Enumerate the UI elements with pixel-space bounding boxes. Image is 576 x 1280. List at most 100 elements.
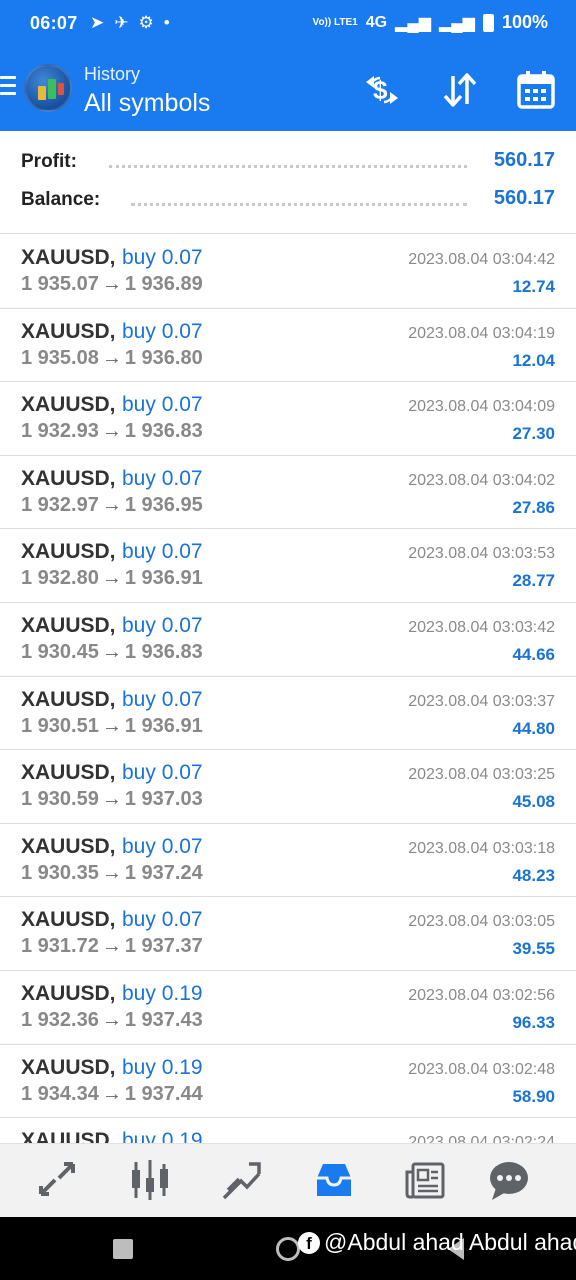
battery-percent: 100% [501, 12, 548, 32]
deal-prices: 1 930.45 → 1 936.83 [21, 641, 203, 664]
menu-icon[interactable] [0, 76, 16, 96]
deal-row[interactable]: XAUUSD, buy 0.07 1 935.08 → 1 936.80 2023.… [0, 309, 576, 383]
arrow-right-icon: → [101, 714, 122, 737]
deal-row[interactable]: XAUUSD, buy 0.07 1 935.07 → 1 936.89 2023.… [0, 235, 576, 309]
watermark-text: @Abdul ahad Abdul ahad [324, 1229, 576, 1255]
currency-switch-icon[interactable]: $ [362, 70, 402, 110]
network-label: 4G [365, 13, 388, 31]
deal-row[interactable]: XAUUSD, buy 0.19 1 932.36 → 1 937.43 2023.… [0, 971, 576, 1045]
history-tab[interactable] [311, 1158, 357, 1204]
battery-icon [482, 13, 494, 32]
close-price: 1 936.83 [124, 640, 203, 663]
deal-prices: 1 935.07 → 1 936.89 [21, 273, 203, 296]
home-button[interactable] [276, 1237, 300, 1261]
deal-profit: 12.04 [512, 350, 555, 370]
open-price: 1 934.34 [21, 1082, 99, 1105]
deal-time: 2023.08.04 03:03:42 [408, 618, 555, 636]
deal-symbol: XAUUSD, [21, 319, 116, 343]
deal-time: 2023.08.04 03:02:24 [408, 1134, 555, 1143]
deal-prices: 1 932.36 → 1 937.43 [21, 1009, 203, 1032]
chart-tab[interactable] [127, 1158, 173, 1204]
deal-prices: 1 930.51 → 1 936.91 [21, 715, 203, 738]
deal-side: buy 0.07 [122, 761, 203, 785]
balance-row: Balance: 560.17 [21, 187, 555, 217]
news-tab[interactable] [403, 1158, 449, 1204]
deal-time: 2023.08.04 03:04:02 [408, 471, 555, 489]
chat-tab[interactable] [486, 1158, 532, 1204]
deal-profit: 58.90 [512, 1086, 555, 1106]
deal-time: 2023.08.04 03:02:48 [408, 1060, 555, 1078]
open-price: 1 932.93 [21, 420, 99, 443]
deal-symbol: XAUUSD, [21, 246, 116, 269]
deal-row[interactable]: XAUUSD, buy 0.07 1 932.80 → 1 936.91 2023.… [0, 529, 576, 603]
deal-row[interactable]: XAUUSD, buy 0.07 1 930.59 → 1 937.03 2023.… [0, 750, 576, 824]
facebook-icon: f [298, 1231, 320, 1254]
deal-profit: 12.74 [512, 277, 555, 296]
close-price: 1 936.80 [124, 346, 203, 369]
recents-button[interactable] [113, 1239, 133, 1259]
arrow-right-icon: → [101, 567, 122, 590]
deal-side: buy 0.07 [122, 687, 203, 711]
arrow-right-icon: → [101, 346, 122, 369]
close-price: 1 937.03 [124, 788, 203, 811]
telegram-icon: ✈ [114, 13, 129, 32]
chat-icon [490, 1162, 528, 1200]
deal-row[interactable]: XAUUSD, buy 0.07 1 931.72 → 1 937.37 2023.… [0, 897, 576, 971]
deal-profit: 39.55 [512, 939, 555, 959]
deal-side: buy 0.07 [122, 319, 203, 343]
account-summary: Profit: 560.17 Balance: 560.17 [0, 131, 576, 234]
status-bar: 06:07 ➤ ✈ ⚙ • Vo)) LTE1 4G ▂▄▆ ▂▄▆ 100% [0, 0, 576, 48]
deal-side: buy 0.07 [122, 834, 203, 858]
open-price: 1 930.51 [21, 714, 99, 737]
deal-symbol: XAUUSD, [21, 1055, 116, 1079]
dot-icon: • [163, 13, 170, 32]
system-nav-bar: f @Abdul ahad Abdul ahad [0, 1217, 576, 1280]
deal-side: buy 0.07 [122, 393, 203, 417]
deal-row[interactable]: XAUUSD, buy 0.07 1 930.35 → 1 937.24 2023.… [0, 824, 576, 898]
arrow-right-icon: → [101, 420, 122, 443]
arrow-right-icon: → [101, 861, 122, 884]
close-price: 1 936.91 [124, 567, 203, 590]
chart-icon [132, 1160, 168, 1200]
deal-symbol: XAUUSD, [21, 393, 116, 417]
deal-row[interactable]: XAUUSD, buy 0.07 1 930.51 → 1 936.91 2023.… [0, 677, 576, 751]
page-title[interactable]: All symbols [84, 89, 210, 118]
dotted-leader [109, 165, 467, 168]
deal-row[interactable]: XAUUSD, buy 0.19 2023.08.04 03:02:24 [0, 1118, 576, 1143]
deal-symbol: XAUUSD, [21, 540, 116, 564]
open-price: 1 932.97 [21, 493, 99, 516]
deal-row[interactable]: XAUUSD, buy 0.07 1 932.97 → 1 936.95 2023.… [0, 456, 576, 530]
top-bar: 06:07 ➤ ✈ ⚙ • Vo)) LTE1 4G ▂▄▆ ▂▄▆ 100% … [0, 0, 576, 131]
deal-side: buy 0.07 [122, 466, 203, 490]
watermark: f @Abdul ahad Abdul ahad [298, 1229, 576, 1256]
open-price: 1 930.35 [21, 861, 99, 884]
deal-time: 2023.08.04 03:02:56 [408, 986, 555, 1004]
deal-prices: 1 935.08 → 1 936.80 [21, 347, 203, 370]
deal-profit: 44.66 [512, 644, 555, 664]
deal-time: 2023.08.04 03:03:05 [408, 913, 555, 931]
deal-row[interactable]: XAUUSD, buy 0.07 1 932.93 → 1 936.83 2023.… [0, 382, 576, 456]
deal-row[interactable]: XAUUSD, buy 0.07 1 930.45 → 1 936.83 2023.… [0, 603, 576, 677]
quotes-tab[interactable] [35, 1158, 81, 1204]
sort-icon[interactable] [440, 70, 480, 110]
deal-side: buy 0.19 [122, 1129, 203, 1143]
deal-list[interactable]: XAUUSD, buy 0.07 1 935.07 → 1 936.89 2023.… [0, 235, 576, 1143]
deal-symbol: XAUUSD, [21, 613, 116, 637]
close-price: 1 936.91 [124, 714, 203, 737]
open-price: 1 930.45 [21, 640, 99, 663]
status-time: 06:07 [30, 13, 78, 33]
deal-prices: 1 932.80 → 1 936.91 [21, 567, 203, 590]
close-price: 1 937.37 [124, 935, 203, 958]
open-price: 1 935.08 [21, 346, 99, 369]
open-price: 1 930.59 [21, 788, 99, 811]
deal-profit: 44.80 [512, 718, 555, 738]
close-price: 1 936.83 [124, 420, 203, 443]
status-right: Vo)) LTE1 4G ▂▄▆ ▂▄▆ 100% [313, 12, 548, 33]
trade-icon [222, 1162, 261, 1200]
bottom-tab-bar [0, 1143, 576, 1217]
deal-profit: 27.30 [512, 424, 555, 444]
deal-profit: 28.77 [512, 571, 555, 591]
calendar-icon[interactable] [516, 70, 556, 110]
deal-row[interactable]: XAUUSD, buy 0.19 1 934.34 → 1 937.44 2023.… [0, 1045, 576, 1119]
trade-tab[interactable] [219, 1158, 265, 1204]
